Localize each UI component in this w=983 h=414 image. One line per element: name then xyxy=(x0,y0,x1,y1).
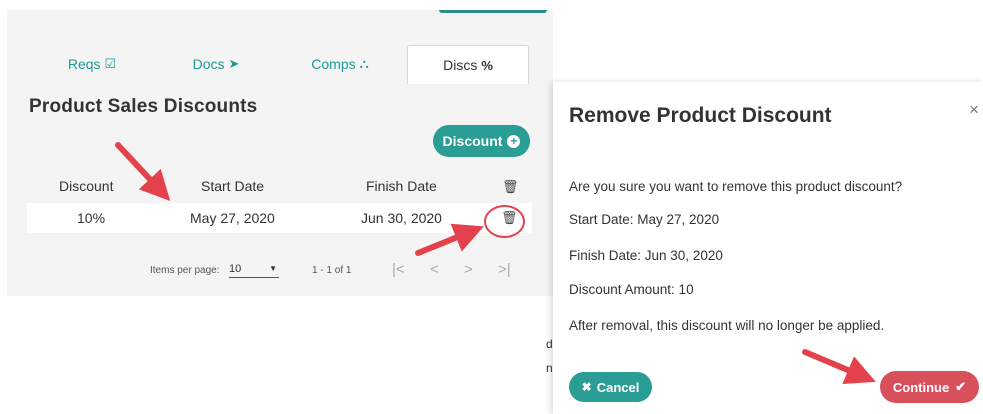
cell-finish-date: Jun 30, 2020 xyxy=(361,210,442,226)
dialog-title: Remove Product Discount xyxy=(569,104,832,127)
removal-warning-text: After removal, this discount will no lon… xyxy=(569,318,885,333)
items-per-page-label: Items per page: xyxy=(150,265,220,276)
cell-discount: 10% xyxy=(77,210,106,226)
page-range-label: 1 - 1 of 1 xyxy=(312,265,352,276)
column-header-discount: Discount xyxy=(59,178,114,194)
last-page-button[interactable]: >| xyxy=(498,261,511,278)
tab-docs[interactable]: Docs ➤ xyxy=(161,45,271,83)
tab-reqs[interactable]: Reqs ☑ xyxy=(37,45,147,83)
product-discounts-panel: Reqs ☑ Docs ➤ Comps ⛬ Discs % Product Sa… xyxy=(7,10,553,296)
annotation-circle xyxy=(484,205,525,238)
column-header-finish-date: Finish Date xyxy=(366,178,437,194)
close-icon[interactable]: × xyxy=(969,100,979,120)
column-header-start-date: Start Date xyxy=(201,178,265,194)
percent-icon: % xyxy=(481,57,493,73)
paper-plane-icon: ➤ xyxy=(228,56,240,71)
plus-icon: + xyxy=(507,134,521,148)
continue-button[interactable]: Continue ✔ xyxy=(880,371,979,403)
next-page-button[interactable]: > xyxy=(464,261,473,278)
caret-down-icon: ▼ xyxy=(269,264,277,273)
finish-date-text: Finish Date: Jun 30, 2020 xyxy=(569,248,723,263)
previous-page-button[interactable]: < xyxy=(430,261,439,278)
tab-bar: Reqs ☑ Docs ➤ Comps ⛬ Discs % xyxy=(37,45,535,84)
trash-icon: 🗑 xyxy=(502,179,519,194)
sitemap-icon: ⛬ xyxy=(359,56,369,71)
add-discount-button[interactable]: Discount + xyxy=(433,125,530,157)
remove-discount-dialog: Remove Product Discount × Are you sure y… xyxy=(553,82,983,414)
check-square-icon: ☑ xyxy=(104,56,117,71)
discount-amount-text: Discount Amount: 10 xyxy=(569,282,694,297)
items-per-page-select[interactable]: 10 ▼ xyxy=(229,263,279,278)
table-row: 10% May 27, 2020 Jun 30, 2020 🗑 xyxy=(27,203,532,233)
cancel-button[interactable]: ✖ Cancel xyxy=(569,372,652,402)
tab-discs[interactable]: Discs % xyxy=(407,45,529,84)
background-text-fragment: n xyxy=(546,361,553,375)
confirm-question: Are you sure you want to remove this pro… xyxy=(569,179,903,194)
start-date-text: Start Date: May 27, 2020 xyxy=(569,212,720,227)
tab-comps[interactable]: Comps ⛬ xyxy=(285,45,395,83)
cell-start-date: May 27, 2020 xyxy=(190,210,275,226)
top-bar-fragment xyxy=(439,10,547,13)
background-text-fragment: d xyxy=(546,337,553,351)
first-page-button[interactable]: |< xyxy=(392,261,405,278)
check-icon: ✔ xyxy=(955,379,967,394)
section-title: Product Sales Discounts xyxy=(29,96,258,117)
x-icon: ✖ xyxy=(581,380,592,394)
